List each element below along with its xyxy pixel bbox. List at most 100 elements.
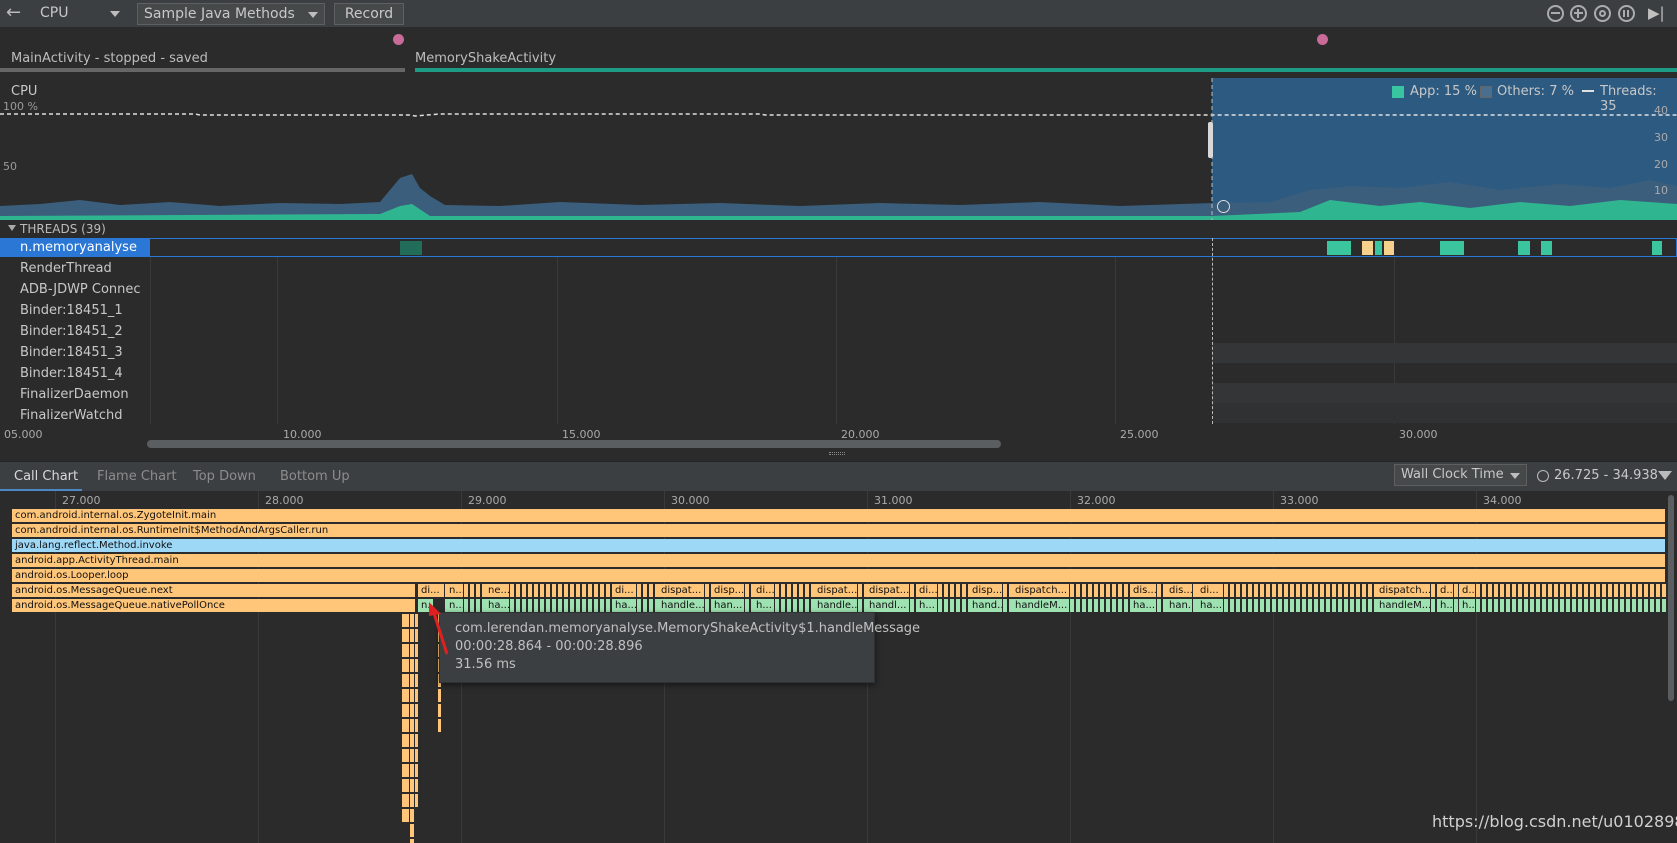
method-frame[interactable] (1524, 599, 1529, 612)
back-arrow-icon[interactable]: ← (6, 2, 21, 23)
method-frame[interactable]: dispat... (658, 584, 705, 597)
method-frame[interactable]: handl... (866, 599, 910, 612)
method-frame[interactable] (705, 599, 710, 612)
thread-state-block[interactable] (1518, 241, 1530, 255)
method-frame[interactable] (950, 599, 955, 612)
method-frame[interactable]: android.os.MessageQueue.next (12, 584, 416, 597)
method-frame[interactable] (415, 734, 419, 747)
method-frame[interactable] (1620, 599, 1625, 612)
method-frame[interactable] (1106, 599, 1111, 612)
method-frame[interactable] (516, 584, 521, 597)
method-frame[interactable] (558, 584, 563, 597)
method-frame[interactable] (1224, 584, 1229, 597)
method-frame[interactable] (1290, 599, 1295, 612)
method-frame[interactable] (606, 599, 611, 612)
method-frame[interactable] (564, 584, 569, 597)
method-frame[interactable] (1524, 584, 1529, 597)
method-frame[interactable] (1254, 584, 1259, 597)
method-frame[interactable] (1260, 584, 1265, 597)
method-frame[interactable] (415, 794, 419, 807)
go-live-icon[interactable]: ▶| (1648, 4, 1665, 22)
tab-call-chart[interactable]: Call Chart (14, 469, 78, 484)
method-frame[interactable] (1356, 599, 1361, 612)
method-frame[interactable] (858, 584, 863, 597)
method-frame[interactable] (1512, 599, 1517, 612)
method-frame[interactable] (534, 584, 539, 597)
method-frame[interactable] (1536, 599, 1541, 612)
method-frame[interactable]: h... (753, 599, 775, 612)
method-frame[interactable] (1100, 584, 1105, 597)
method-frame[interactable] (570, 599, 575, 612)
method-frame[interactable] (787, 599, 792, 612)
method-frame[interactable]: com.android.internal.os.ZygoteInit.main (12, 509, 1666, 522)
method-frame[interactable] (1500, 584, 1505, 597)
event-dot[interactable] (1317, 34, 1328, 45)
method-frame[interactable] (805, 599, 810, 612)
method-frame[interactable] (1578, 584, 1583, 597)
method-frame[interactable] (540, 599, 545, 612)
method-frame[interactable] (1602, 584, 1607, 597)
method-frame[interactable]: di... (753, 584, 775, 597)
method-frame[interactable] (1242, 599, 1247, 612)
method-frame[interactable] (1296, 584, 1301, 597)
method-frame[interactable] (415, 644, 419, 657)
method-frame[interactable] (1476, 584, 1481, 597)
method-frame[interactable] (1632, 584, 1637, 597)
method-frame[interactable]: dis... (1130, 584, 1157, 597)
method-frame[interactable] (799, 584, 804, 597)
method-frame[interactable] (1560, 599, 1565, 612)
method-frame[interactable] (1236, 584, 1241, 597)
method-frame[interactable] (546, 584, 551, 597)
method-frame[interactable] (1662, 584, 1667, 597)
method-frame[interactable] (745, 584, 750, 597)
method-frame[interactable] (1088, 584, 1093, 597)
method-frame[interactable]: d... (1437, 584, 1454, 597)
method-frame[interactable] (1494, 599, 1499, 612)
method-frame[interactable] (1554, 599, 1559, 612)
method-frame[interactable] (1314, 599, 1319, 612)
method-frame[interactable] (558, 599, 563, 612)
method-frame[interactable] (1157, 584, 1162, 597)
zoom-in-icon[interactable] (1570, 5, 1587, 22)
method-frame[interactable] (1644, 599, 1649, 612)
method-frame[interactable] (1344, 584, 1349, 597)
method-frame[interactable] (1368, 599, 1373, 612)
method-frame[interactable] (1650, 584, 1655, 597)
method-frame[interactable] (649, 599, 654, 612)
method-frame[interactable] (1248, 599, 1253, 612)
method-frame[interactable] (1100, 599, 1105, 612)
method-frame[interactable] (1278, 599, 1283, 612)
method-frame[interactable] (787, 584, 792, 597)
method-frame[interactable]: android.os.Looper.loop (12, 569, 1666, 582)
method-frame[interactable] (1308, 584, 1313, 597)
cpu-usage-chart[interactable]: CPU 100 % 50 App: 15 % Others: 7 % Threa… (0, 78, 1677, 220)
record-button[interactable]: Record (334, 3, 404, 25)
method-frame[interactable]: disp... (711, 584, 745, 597)
method-frame[interactable] (415, 689, 419, 702)
method-frame[interactable] (1572, 584, 1577, 597)
method-frame[interactable] (1254, 599, 1259, 612)
method-frame[interactable] (1566, 599, 1571, 612)
method-frame[interactable] (594, 599, 599, 612)
method-frame[interactable] (1596, 599, 1601, 612)
method-frame[interactable] (1518, 599, 1523, 612)
method-frame[interactable] (1112, 599, 1117, 612)
method-frame[interactable] (1248, 584, 1253, 597)
method-frame[interactable] (1656, 584, 1661, 597)
method-frame[interactable]: di... (418, 584, 445, 597)
thread-state-block[interactable] (1362, 241, 1373, 255)
method-frame[interactable]: com.android.internal.os.RuntimeInit$Meth… (12, 524, 1666, 537)
method-frame[interactable] (402, 644, 410, 657)
method-frame[interactable] (1638, 584, 1643, 597)
method-frame[interactable] (1650, 599, 1655, 612)
method-frame[interactable] (402, 734, 410, 747)
method-frame[interactable] (1344, 599, 1349, 612)
thread-state-block[interactable] (1541, 241, 1552, 255)
method-frame[interactable] (528, 584, 533, 597)
method-frame[interactable] (956, 599, 961, 612)
pause-icon[interactable] (1618, 5, 1635, 22)
method-frame[interactable] (600, 599, 605, 612)
method-frame[interactable] (415, 779, 419, 792)
method-frame[interactable] (402, 809, 410, 822)
method-frame[interactable] (546, 599, 551, 612)
